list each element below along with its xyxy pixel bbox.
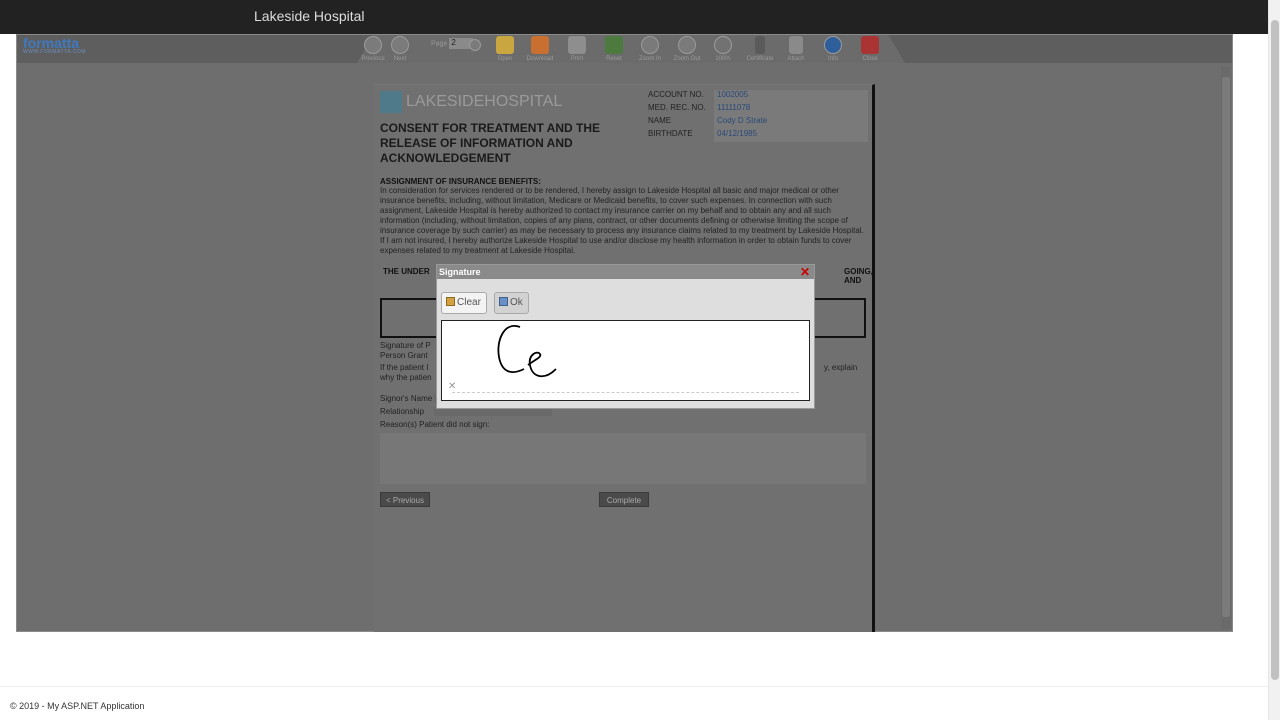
- document-scrollbar[interactable]: [1221, 67, 1231, 629]
- relationship-label: Relationship: [380, 407, 425, 416]
- insurance-heading: ASSIGNMENT OF INSURANCE BENEFITS:: [380, 177, 541, 186]
- field-account: ACCOUNT NO. 1002005: [648, 90, 868, 103]
- info-icon: [824, 36, 842, 54]
- field-medrec: MED. REC. NO. 11111078: [648, 103, 868, 116]
- dialog-title: Signature: [437, 265, 814, 279]
- arrow-left-icon: [364, 36, 382, 54]
- refresh-icon: [469, 39, 481, 51]
- print-button[interactable]: Print: [560, 35, 594, 63]
- certificate-icon: [755, 36, 765, 54]
- signature-dialog: Signature ✕ Clear Ok ✕: [436, 264, 815, 409]
- document-title: CONSENT FOR TREATMENT AND THE RELEASE OF…: [380, 121, 600, 165]
- folder-icon: [496, 36, 514, 54]
- attach-button[interactable]: Attach: [779, 35, 813, 63]
- patient-name: Cody D Strate: [714, 116, 868, 129]
- field-name: NAME Cody D Strate: [648, 116, 868, 129]
- insurance-paragraph: In consideration for services rendered o…: [380, 186, 864, 255]
- hospital-logo: LAKESIDEHOSPITAL: [380, 91, 562, 113]
- top-navbar: Lakeside Hospital: [0, 0, 1268, 34]
- logo-subtext: WWW.FORMATTA.COM: [23, 49, 87, 55]
- reason-label: Reason(s) Patient did not sign:: [380, 420, 490, 429]
- footer-separator: [0, 686, 1268, 687]
- field-birthdate: BIRTHDATE 04/12/1985: [648, 129, 868, 142]
- hospital-cross-icon: [380, 91, 402, 113]
- signature-canvas[interactable]: ✕: [441, 320, 810, 401]
- zoom-in-icon: [641, 36, 659, 54]
- sign-here-x-icon: ✕: [448, 381, 457, 392]
- viewer-toolbar: formatta WWW.FORMATTA.COM Previous Next …: [17, 35, 1232, 63]
- undersigned-text-right: GOING, AND: [844, 267, 873, 285]
- previous-page-button[interactable]: < Previous: [380, 492, 430, 507]
- reason-textarea[interactable]: [380, 433, 866, 484]
- complete-button[interactable]: Complete: [599, 492, 649, 507]
- account-number: 1002005: [714, 90, 868, 103]
- signers-name-label: Signor's Name: [380, 394, 433, 403]
- clear-icon: [446, 297, 455, 306]
- page-scrollbar[interactable]: [1268, 0, 1280, 720]
- document-scrollbar-thumb[interactable]: [1222, 77, 1230, 617]
- signature-stroke: [497, 325, 557, 378]
- med-rec-number: 11111078: [714, 103, 868, 116]
- arrow-right-icon: [391, 36, 409, 54]
- signature-of-label: Signature of P Person Grant: [380, 341, 431, 360]
- close-button[interactable]: Close: [853, 35, 887, 63]
- page-label: Page: [431, 40, 448, 48]
- clear-button[interactable]: Clear: [441, 292, 487, 314]
- attach-icon: [789, 36, 803, 54]
- undersigned-text-left: THE UNDER: [383, 267, 430, 276]
- refresh-button[interactable]: [458, 35, 492, 63]
- reset-icon: [605, 36, 623, 54]
- download-icon: [531, 36, 549, 54]
- explain-label: y, explain: [824, 363, 858, 372]
- zoom-in-button[interactable]: Zoom In: [633, 35, 667, 63]
- zoom-out-button[interactable]: Zoom Out: [670, 35, 704, 63]
- zoom-out-icon: [678, 36, 696, 54]
- certificate-button[interactable]: Certificate: [743, 35, 777, 63]
- signature-baseline: [452, 392, 799, 393]
- page-scrollbar-thumb[interactable]: [1271, 20, 1279, 680]
- patient-unable-label: If the patient I why the patien: [380, 363, 432, 382]
- logo-lakeside: LAKESIDE: [406, 93, 485, 111]
- printer-icon: [568, 36, 586, 54]
- footer-text: © 2019 - My ASP.NET Application: [10, 701, 145, 711]
- download-button[interactable]: Download: [523, 35, 557, 63]
- ok-icon: [499, 297, 508, 306]
- content-strip: [16, 632, 1233, 670]
- next-button[interactable]: Next: [383, 35, 417, 63]
- formatta-logo: formatta WWW.FORMATTA.COM: [23, 35, 86, 55]
- logo-hospital: HOSPITAL: [484, 93, 563, 111]
- open-button[interactable]: Open: [488, 35, 522, 63]
- brand-link[interactable]: Lakeside Hospital: [254, 8, 365, 24]
- birthdate: 04/12/1985: [714, 129, 868, 142]
- zoom-100-button[interactable]: 100%: [706, 35, 740, 63]
- reset-button[interactable]: Reset: [597, 35, 631, 63]
- dialog-close-icon[interactable]: ✕: [800, 266, 810, 278]
- patient-fields: ACCOUNT NO. 1002005 MED. REC. NO. 11111078…: [648, 90, 868, 142]
- ok-button[interactable]: Ok: [494, 292, 529, 314]
- close-icon: [861, 36, 879, 54]
- info-button[interactable]: Info: [816, 35, 850, 63]
- zoom-100-icon: [714, 36, 732, 54]
